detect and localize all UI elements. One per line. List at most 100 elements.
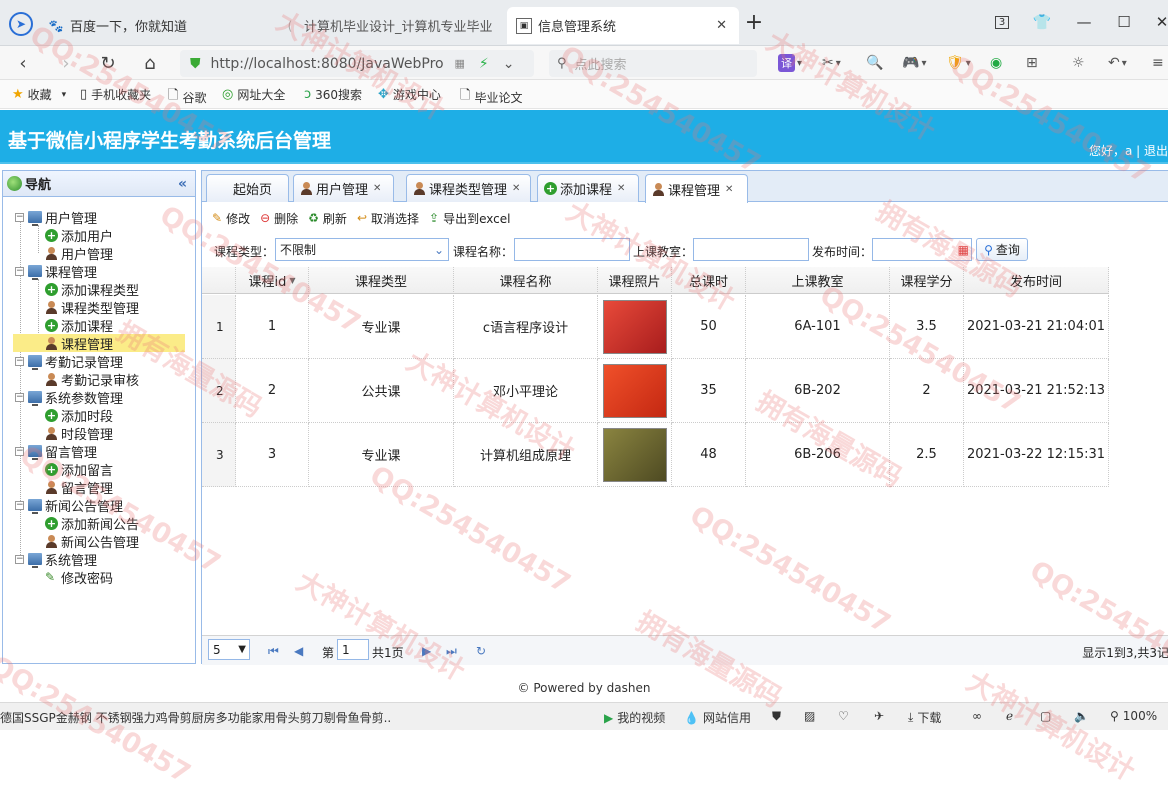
bookmark-thesis[interactable]: 🗋毕业论文 xyxy=(460,86,522,108)
tree-item-user-manage[interactable]: 用户管理 xyxy=(45,244,113,262)
cell-course-photo[interactable] xyxy=(598,295,672,359)
tree-group-message[interactable]: −留言管理 xyxy=(15,442,97,460)
cell-course-id[interactable]: 3 xyxy=(236,423,309,487)
tree-collapse-icon[interactable]: − xyxy=(15,393,24,402)
next-page-icon[interactable]: ▶ xyxy=(422,644,431,658)
back-icon[interactable]: ‹ xyxy=(10,50,36,76)
browser-logo-icon[interactable]: ➤ xyxy=(9,12,33,36)
close-tab-icon[interactable]: ✕ xyxy=(716,18,727,33)
tree-item-news-manage[interactable]: 新闻公告管理 xyxy=(45,532,139,550)
prev-page-icon[interactable]: ◀ xyxy=(294,644,303,658)
minimize-icon[interactable]: — xyxy=(1072,10,1096,34)
glasses-icon[interactable]: ∞ xyxy=(972,709,982,723)
collapse-icon[interactable]: « xyxy=(178,176,187,192)
tree-collapse-icon[interactable]: − xyxy=(15,213,24,222)
cell-classroom[interactable]: 6B-202 xyxy=(746,359,890,423)
delete-button[interactable]: ⊖删除 xyxy=(260,210,298,227)
tree-collapse-icon[interactable]: − xyxy=(15,555,24,564)
refresh-button[interactable]: ♻刷新 xyxy=(308,210,347,227)
translate-icon[interactable]: 译▾ xyxy=(778,52,802,74)
cell-course-type[interactable]: 公共课 xyxy=(309,359,454,423)
close-icon[interactable]: ✕ xyxy=(725,184,733,195)
header-publish-time[interactable]: 发布时间 xyxy=(964,267,1109,294)
tab-home[interactable]: 起始页 xyxy=(206,174,289,202)
tree-group-user[interactable]: −用户管理 xyxy=(15,208,97,226)
tree-group-course[interactable]: −课程管理 xyxy=(15,262,97,280)
tree-item-course-manage[interactable]: 课程管理 xyxy=(13,334,185,352)
close-icon[interactable]: ✕ xyxy=(617,183,625,194)
cell-credit[interactable]: 2.5 xyxy=(890,423,964,487)
cell-total-hours[interactable]: 48 xyxy=(672,423,746,487)
edit-button[interactable]: ✎修改 xyxy=(212,210,250,227)
header-credit[interactable]: 课程学分 xyxy=(890,267,964,294)
new-tab-button[interactable]: + xyxy=(742,10,766,34)
close-window-icon[interactable]: ✕ xyxy=(1150,10,1168,34)
header-course-type[interactable]: 课程类型 xyxy=(309,267,454,294)
qr-icon[interactable]: ▦ xyxy=(455,57,465,70)
cell-publish-time[interactable]: 2021-03-21 21:52:13 xyxy=(964,359,1109,423)
shield-icon[interactable]: 🛡▾ xyxy=(946,52,971,74)
tree-collapse-icon[interactable]: − xyxy=(15,267,24,276)
cell-classroom[interactable]: 6A-101 xyxy=(746,295,890,359)
bookmark-360[interactable]: ↄ360搜索 xyxy=(304,86,362,103)
shield-status-icon[interactable]: ⛊ xyxy=(772,709,781,724)
sun-icon[interactable]: ☼ xyxy=(1072,52,1085,74)
tree-collapse-icon[interactable]: − xyxy=(15,501,24,510)
tab-course-manage[interactable]: 课程管理✕ xyxy=(645,174,748,203)
menu-icon[interactable]: ≡ xyxy=(1152,52,1164,74)
scissors-icon[interactable]: ✂▾ xyxy=(822,52,841,74)
query-button[interactable]: ⚲查询 xyxy=(976,238,1028,261)
refresh-icon[interactable]: ↻ xyxy=(476,644,486,658)
tree-collapse-icon[interactable]: − xyxy=(15,447,24,456)
my-video-button[interactable]: ▶我的视频 xyxy=(604,709,665,726)
forward-icon[interactable]: › xyxy=(53,50,79,76)
shirt-skin-icon[interactable]: 👕 xyxy=(1030,10,1054,34)
browser-tab-bysj[interactable]: ( 计算机毕业设计_计算机专业毕业 xyxy=(282,7,502,44)
header-course-name[interactable]: 课程名称 xyxy=(454,267,598,294)
header-course-id[interactable]: 课程id▼ xyxy=(236,267,309,294)
tree-item-change-password[interactable]: ✎修改密码 xyxy=(45,568,113,586)
cell-course-name[interactable]: c语言程序设计 xyxy=(454,295,598,359)
reload-icon[interactable]: ↻ xyxy=(95,50,121,76)
cell-course-name[interactable]: 邓小平理论 xyxy=(454,359,598,423)
maximize-icon[interactable]: ☐ xyxy=(1112,10,1136,34)
magnifier-icon[interactable]: 🔍 xyxy=(866,52,883,74)
tree-item-period-manage[interactable]: 时段管理 xyxy=(45,424,113,442)
grid-apps-icon[interactable]: ⊞ xyxy=(1026,52,1038,74)
close-icon[interactable]: ✕ xyxy=(512,183,520,194)
tree-item-add-user[interactable]: +添加用户 xyxy=(45,226,113,244)
volume-icon[interactable]: 🔈 xyxy=(1074,709,1089,723)
tree-collapse-icon[interactable]: − xyxy=(15,357,24,366)
status-news[interactable]: 德国SSGP金赫钢 不锈钢强力鸡骨剪厨房多功能家用骨头剪刀剔骨鱼骨剪... xyxy=(0,709,390,726)
tree-item-message-manage[interactable]: 留言管理 xyxy=(45,478,113,496)
header-total-hours[interactable]: 总课时 xyxy=(672,267,746,294)
cell-total-hours[interactable]: 50 xyxy=(672,295,746,359)
ie-icon[interactable]: ℯ xyxy=(1006,709,1013,723)
export-excel-button[interactable]: ⇪导出到excel xyxy=(429,210,510,227)
tab-count-icon[interactable]: 3 xyxy=(990,10,1014,34)
rocket-icon[interactable]: ✈ xyxy=(874,709,884,723)
tree-item-add-news[interactable]: +添加新闻公告 xyxy=(45,514,139,532)
lightning-icon[interactable]: ⚡ xyxy=(479,56,489,72)
cell-course-type[interactable]: 专业课 xyxy=(309,295,454,359)
address-bar[interactable]: ⛊ http://localhost:8080/JavaWebPro ▦ ⚡ ⌄ xyxy=(180,50,534,77)
browser-tab-baidu[interactable]: 🐾 百度一下，你就知道 xyxy=(48,7,270,44)
cell-publish-time[interactable]: 2021-03-21 21:04:01 xyxy=(964,295,1109,359)
cancel-select-button[interactable]: ↩取消选择 xyxy=(357,210,419,227)
heart-icon[interactable]: ♡ xyxy=(838,709,849,723)
tab-add-course[interactable]: +添加课程✕ xyxy=(537,174,639,202)
cell-credit[interactable]: 2 xyxy=(890,359,964,423)
tree-item-attendance-review[interactable]: 考勤记录审核 xyxy=(45,370,139,388)
cell-course-type[interactable]: 专业课 xyxy=(309,423,454,487)
cell-course-photo[interactable] xyxy=(598,423,672,487)
classroom-input[interactable] xyxy=(693,238,809,261)
publish-time-input[interactable]: ▦ xyxy=(872,238,972,261)
user-greeting[interactable]: 您好，a | 退出 xyxy=(1089,142,1168,159)
undo-icon[interactable]: ↶▾ xyxy=(1108,52,1127,74)
bookmark-mobile[interactable]: ▯手机收藏夹 xyxy=(80,86,151,103)
cell-credit[interactable]: 3.5 xyxy=(890,295,964,359)
page-size-select[interactable]: 5▼ xyxy=(208,639,250,660)
last-page-icon[interactable]: ⏭ xyxy=(446,644,457,659)
tab-course-type-manage[interactable]: 课程类型管理✕ xyxy=(406,174,531,202)
chevron-down-icon[interactable]: ⌄ xyxy=(503,56,515,72)
